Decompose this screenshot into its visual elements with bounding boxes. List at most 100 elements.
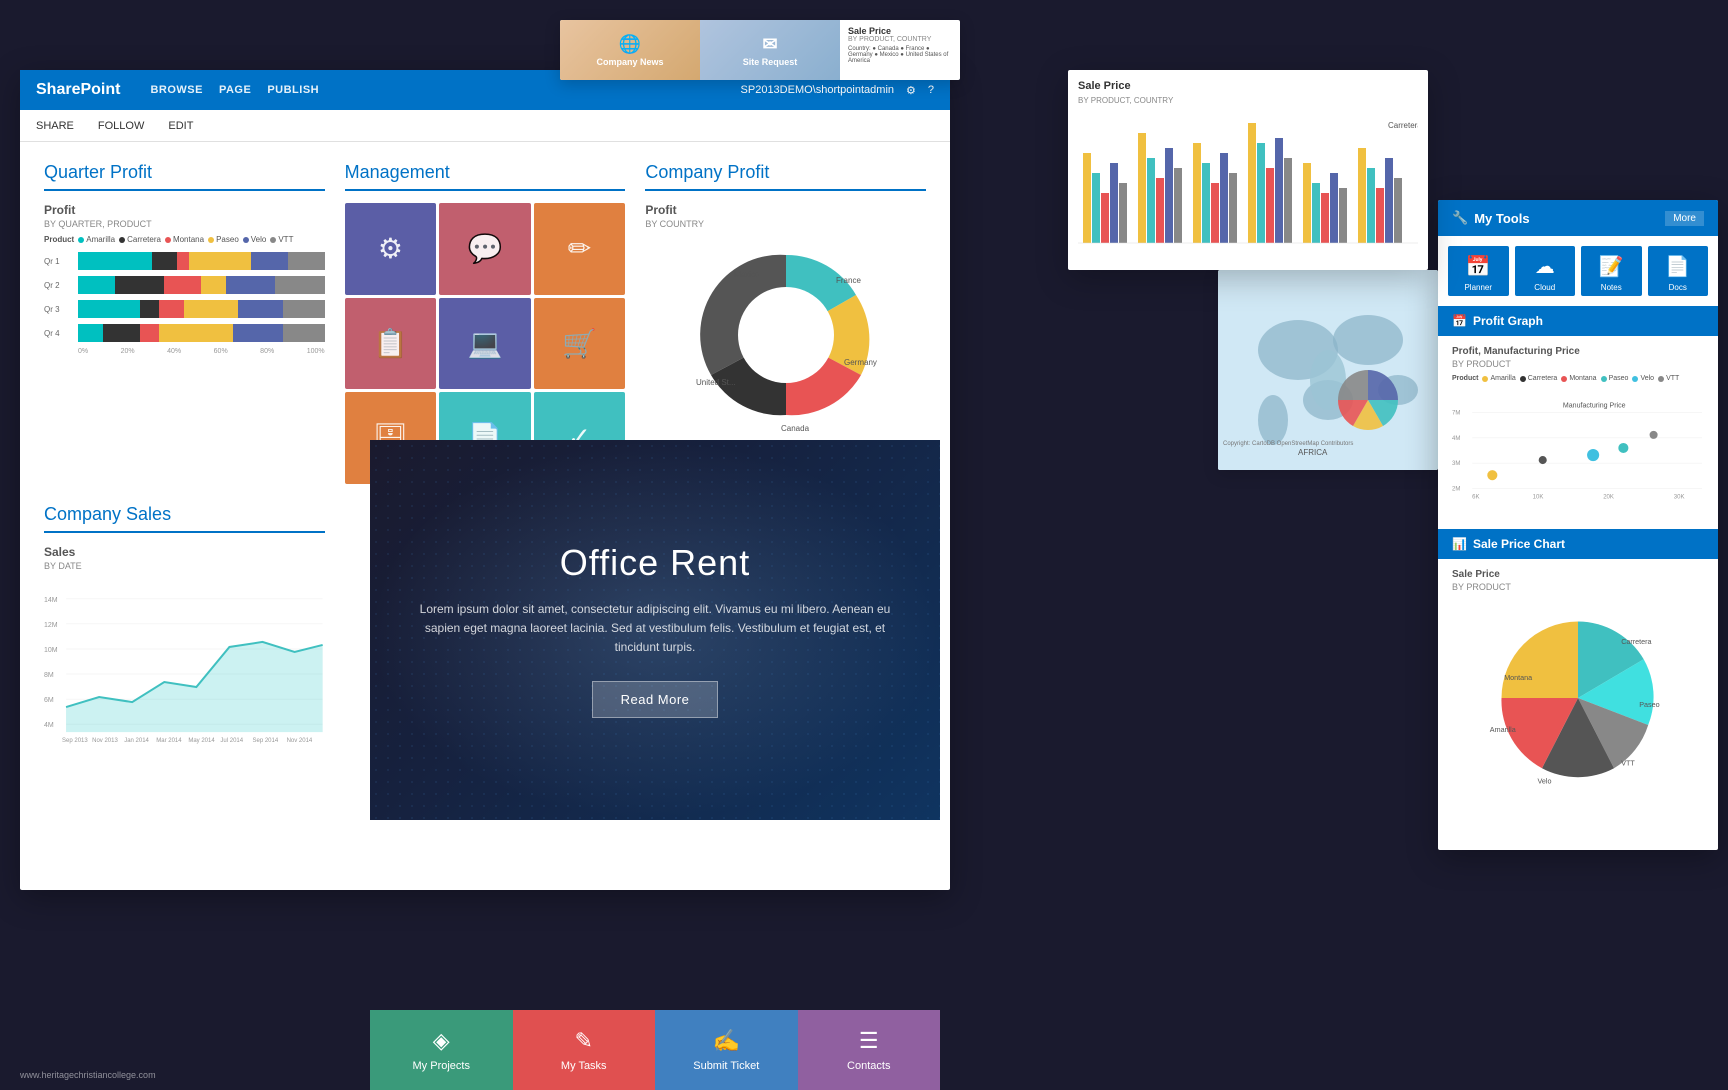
read-more-button[interactable]: Read More	[592, 681, 719, 718]
svg-text:30K: 30K	[1674, 494, 1685, 500]
sp-chart-sub: BY PRODUCT	[1452, 582, 1704, 592]
bar-row-q4: Qr 4	[44, 324, 325, 342]
qp-axis-labels: 0%20%40%60%80%100%	[44, 348, 325, 355]
mgmt-tile-laptop[interactable]: 💻	[439, 298, 531, 390]
legend-montana: Montana	[165, 235, 204, 244]
top-bar-chart-sub: BY PRODUCT, COUNTRY	[848, 36, 952, 43]
pg-legend-amarilla: Amarilla	[1482, 375, 1515, 382]
action-share[interactable]: SHARE	[36, 120, 74, 132]
donut-label-canada: Canada	[781, 424, 810, 433]
pg-legend-montana: Montana	[1561, 375, 1596, 382]
bar-label-q3: Qr 3	[44, 305, 72, 314]
settings-icon[interactable]: ⚙	[906, 84, 916, 97]
qp-legend: Product Amarilla Carretera Montana Paseo…	[44, 235, 325, 244]
svg-text:4M: 4M	[1452, 436, 1460, 442]
legend-amarilla: Amarilla	[78, 235, 115, 244]
svg-text:May 2014: May 2014	[188, 738, 215, 744]
legend-product-label: Product	[44, 235, 74, 244]
big-chart-subtitle: BY PRODUCT, COUNTRY	[1078, 96, 1418, 105]
bar-label-q2: Qr 2	[44, 281, 72, 290]
legend-velo: Velo	[243, 235, 267, 244]
mgmt-tile-edit[interactable]: ✏	[534, 203, 626, 295]
tab-my-projects[interactable]: ◈ My Projects	[370, 1010, 513, 1090]
legend-carretera: Carretera	[119, 235, 161, 244]
pg-legend-velo: Velo	[1632, 375, 1654, 382]
svg-text:AFRICA: AFRICA	[1298, 448, 1328, 457]
mgmt-tile-chat[interactable]: 💬	[439, 203, 531, 295]
donut-label-france: France	[836, 276, 861, 285]
sale-price-pie: Carretera Paseo VTT Velo Amarilla Montan…	[1452, 598, 1704, 798]
world-map-card: AFRICA Copyright: CartoDB OpenStreetMap …	[1218, 270, 1438, 470]
cart-icon: 🛒	[534, 298, 626, 390]
laptop-icon: 💻	[439, 298, 531, 390]
mgmt-tile-docs[interactable]: 📋	[345, 298, 437, 390]
nav-publish[interactable]: PUBLISH	[267, 84, 319, 96]
qp-chart-sub: BY QUARTER, PRODUCT	[44, 219, 325, 229]
tools-more-button[interactable]: More	[1665, 211, 1704, 226]
bar-row-q1: Qr 1	[44, 252, 325, 270]
company-sales-title: Company Sales	[44, 504, 325, 533]
top-bar-chart-title: Sale Price	[848, 26, 952, 36]
sp-nav: BROWSE PAGE PUBLISH	[150, 84, 319, 96]
submit-ticket-icon: ✍	[713, 1028, 740, 1054]
bar-label-q4: Qr 4	[44, 329, 72, 338]
mgmt-tile-settings[interactable]: ⚙	[345, 203, 437, 295]
tool-planner[interactable]: 📅 Planner	[1448, 246, 1509, 296]
company-profit-title: Company Profit	[645, 162, 926, 191]
company-sales-section: Company Sales Sales BY DATE 14M 12M 10M …	[44, 504, 325, 757]
site-request-label: Site Request	[743, 57, 798, 67]
qp-chart-label: Profit	[44, 203, 325, 217]
sale-price-pie-svg: Carretera Paseo VTT Velo Amarilla Montan…	[1488, 608, 1668, 788]
tab-submit-ticket-label: Submit Ticket	[693, 1060, 759, 1072]
bar-chart-legend: Carretera	[1388, 121, 1418, 130]
sp-user: SP2013DEMO\shortpointadmin	[741, 84, 894, 96]
big-chart-card: Sale Price BY PRODUCT, COUNTRY	[1068, 70, 1428, 270]
svg-text:3M: 3M	[1452, 461, 1460, 467]
tool-docs[interactable]: 📄 Docs	[1648, 246, 1709, 296]
tools-icons-row: 📅 Planner ☁ Cloud 📝 Notes 📄 Docs	[1438, 236, 1718, 306]
action-follow[interactable]: FOLLOW	[98, 120, 144, 132]
svg-text:10M: 10M	[44, 647, 58, 654]
sale-price-content: Sale Price BY PRODUCT Carretera Paseo	[1438, 559, 1718, 808]
top-bar-card: 🌐 Company News ✉ Site Request Sale Price…	[560, 20, 960, 80]
cs-chart-sub: BY DATE	[44, 561, 325, 571]
scatter-plot-svg: 7M 4M 3M 2M 6K 10K 20K 30K Manufacturing…	[1452, 390, 1704, 510]
company-sales-chart: 14M 12M 10M 8M 6M 4M	[44, 577, 325, 757]
planner-icon: 📅	[1466, 254, 1491, 279]
tab-contacts-label: Contacts	[847, 1060, 890, 1072]
my-tools-title: 🔧 My Tools	[1452, 210, 1530, 226]
bar-container-q2	[78, 276, 325, 294]
action-edit[interactable]: EDIT	[168, 120, 193, 132]
tab-my-tasks-label: My Tasks	[561, 1060, 607, 1072]
pg-chart-sub: BY PRODUCT	[1452, 359, 1704, 369]
svg-text:6M: 6M	[44, 697, 54, 704]
company-profit-donut: France Germany Canada United St... Mexic…	[645, 235, 926, 435]
chart-icon: 📊	[1452, 537, 1467, 551]
help-icon[interactable]: ?	[928, 84, 934, 96]
tab-my-projects-label: My Projects	[413, 1060, 470, 1072]
footer-url: www.heritagechristiancollege.com	[20, 1070, 156, 1080]
tool-notes[interactable]: 📝 Notes	[1581, 246, 1642, 296]
nav-page[interactable]: PAGE	[219, 84, 251, 96]
tab-contacts[interactable]: ☰ Contacts	[798, 1010, 941, 1090]
mgmt-tile-cart[interactable]: 🛒	[534, 298, 626, 390]
svg-text:Mar 2014: Mar 2014	[156, 738, 182, 744]
tool-cloud[interactable]: ☁ Cloud	[1515, 246, 1576, 296]
svg-text:4M: 4M	[44, 722, 54, 729]
bar-row-q3: Qr 3	[44, 300, 325, 318]
office-rent-card: Office Rent Lorem ipsum dolor sit amet, …	[370, 440, 940, 820]
cp-chart-label: Profit	[645, 203, 926, 217]
tab-my-tasks[interactable]: ✎ My Tasks	[513, 1010, 656, 1090]
pie-label-montana: Montana	[1504, 673, 1532, 682]
tools-title-text: My Tools	[1474, 211, 1529, 226]
my-projects-icon: ◈	[433, 1028, 450, 1054]
sale-price-header: 📊 Sale Price Chart	[1438, 529, 1718, 559]
my-tools-header: 🔧 My Tools More	[1438, 200, 1718, 236]
svg-text:Nov 2014: Nov 2014	[287, 738, 313, 744]
sp-right: SP2013DEMO\shortpointadmin ⚙ ?	[741, 84, 934, 97]
tab-submit-ticket[interactable]: ✍ Submit Ticket	[655, 1010, 798, 1090]
nav-browse[interactable]: BROWSE	[150, 84, 203, 96]
pg-legend: Product Amarilla Carretera Montana Paseo…	[1452, 375, 1704, 382]
sale-price-title: Sale Price Chart	[1473, 537, 1565, 551]
docs-icon: 📄	[1665, 254, 1690, 279]
